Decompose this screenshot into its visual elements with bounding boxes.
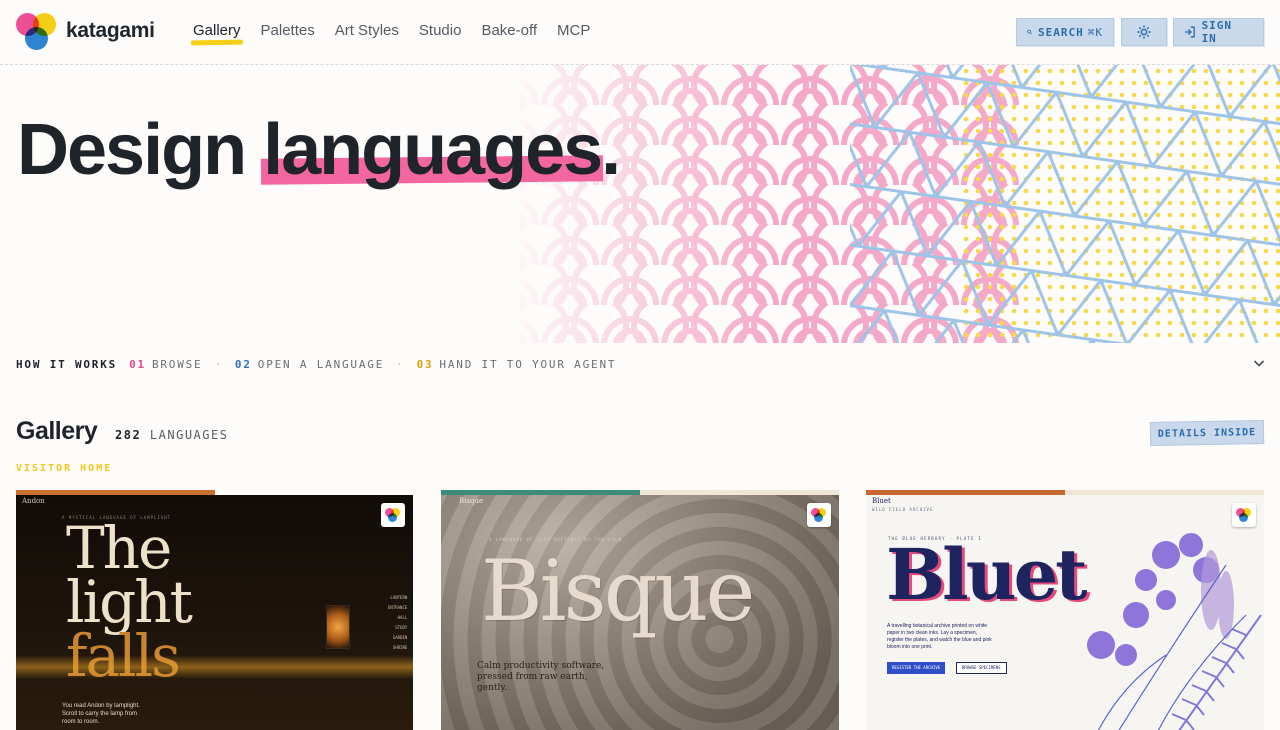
card-body-bluet: A travelling botanical archive printed o… — [887, 623, 992, 650]
gallery-count: 282 LANGUAGES — [115, 428, 228, 442]
lamp-glow-band — [16, 655, 413, 679]
hero-title-end: . — [601, 110, 621, 190]
lantern-image — [326, 605, 350, 649]
sun-icon — [1137, 25, 1151, 39]
gallery-card-bisque[interactable]: Bisque A LANGUAGE OF CLAY SOFTENED BY TH… — [441, 490, 839, 730]
gallery-count-label: LANGUAGES — [149, 428, 229, 442]
headline-line: The — [66, 514, 172, 582]
nav-palettes[interactable]: Palettes — [261, 22, 315, 39]
nav-mcp[interactable]: MCP — [557, 22, 590, 39]
step-3-text: HAND IT TO YOUR AGENT — [439, 358, 617, 371]
card-meta-bluet: WILD FIELD ARCHIVE — [872, 507, 934, 512]
menu-item: GARDEN — [392, 635, 408, 640]
card-body-andon: You read Andon by lamplight. Scroll to c… — [62, 703, 140, 725]
katagami-logo[interactable] — [16, 13, 56, 51]
card-primary-button-bluet: REGISTER THE ARCHIVE — [887, 662, 946, 674]
sign-in-label: SIGN IN — [1201, 19, 1233, 45]
sign-in-icon — [1184, 26, 1195, 38]
search-label: SEARCH — [1038, 25, 1084, 39]
step-1-number: 01 — [129, 358, 146, 371]
katagami-badge-icon — [1232, 503, 1256, 527]
katagami-badge-icon — [807, 503, 831, 527]
hero-section: Design languages. — [0, 65, 1280, 343]
step-2-number: 02 — [234, 358, 252, 371]
how-it-works-label: HOW IT WORKS — [16, 358, 118, 371]
nav-bake-off[interactable]: Bake-off — [481, 22, 537, 39]
details-inside-button[interactable]: DETAILS INSIDE — [1149, 420, 1265, 446]
main-nav: Gallery Palettes Art Styles Studio Bake-… — [193, 22, 590, 39]
card-name-andon: Andon — [22, 497, 45, 505]
card-headline-bisque: Bisque — [481, 542, 755, 640]
hero-title-plain: Design — [17, 110, 264, 190]
card-name-bluet: Bluet — [872, 497, 891, 505]
menu-item: STUDY — [395, 625, 408, 630]
search-shortcut: ⌘K — [1087, 25, 1103, 39]
sign-in-button[interactable]: SIGN IN — [1173, 18, 1264, 46]
menu-item: HALL — [397, 615, 408, 620]
logo-blue-circle — [25, 27, 48, 50]
menu-item: LANTERN — [390, 595, 408, 600]
card-secondary-button-bluet: BROWSE SPECIMENS — [956, 662, 1007, 674]
separator-dot: · — [396, 358, 405, 371]
gallery-count-number: 282 — [115, 428, 142, 442]
card-body-bisque: Calm productivity software, pressed from… — [477, 661, 605, 693]
hero-title: Design languages. — [17, 109, 621, 191]
card-preview-bluet: Bluet WILD FIELD ARCHIVE THE BLUE HERBAR… — [866, 495, 1264, 730]
card-preview-andon: Andon A MYSTICAL LANGUAGE OF LAMPLIGHT T… — [16, 495, 413, 730]
hero-title-highlight: languages — [263, 110, 603, 190]
nav-art-styles[interactable]: Art Styles — [335, 22, 399, 39]
step-3-number: 03 — [416, 358, 434, 371]
card-name-bisque: Bisque — [459, 497, 484, 505]
visitor-home-label: VISITOR HOME — [16, 463, 113, 474]
search-icon — [1027, 29, 1032, 35]
search-button[interactable]: SEARCH ⌘K — [1016, 18, 1114, 46]
card-headline-bluet: Bluet — [886, 533, 1088, 616]
card-preview-bisque: Bisque A LANGUAGE OF CLAY SOFTENED BY TH… — [441, 495, 839, 730]
gallery-title: Gallery — [16, 417, 98, 445]
step-1-text: BROWSE — [151, 358, 203, 371]
brand-name[interactable]: katagami — [66, 19, 155, 43]
headline-line: light — [66, 568, 193, 636]
how-it-works-row[interactable]: HOW IT WORKS 01 BROWSE · 02 OPEN A LANGU… — [16, 358, 1266, 371]
card-menu-andon: LANTERN ENTRANCE HALL STUDY GARDEN SHRIN… — [388, 593, 407, 653]
separator-dot: · — [214, 358, 223, 371]
theme-toggle-button[interactable] — [1121, 18, 1167, 46]
nav-gallery[interactable]: Gallery — [193, 22, 241, 39]
step-2-text: OPEN A LANGUAGE — [257, 358, 385, 371]
chevron-down-icon[interactable] — [1252, 356, 1266, 370]
gallery-card-bluet[interactable]: Bluet WILD FIELD ARCHIVE THE BLUE HERBAR… — [866, 490, 1264, 730]
menu-item: SHRINE — [392, 645, 408, 650]
nav-studio[interactable]: Studio — [419, 22, 462, 39]
katagami-badge-icon — [381, 503, 405, 527]
hero-pattern-background — [520, 65, 1280, 343]
menu-item: ENTRANCE — [388, 605, 408, 610]
top-bar: katagami Gallery Palettes Art Styles Stu… — [0, 0, 1280, 65]
gallery-card-andon[interactable]: Andon A MYSTICAL LANGUAGE OF LAMPLIGHT T… — [16, 490, 413, 730]
